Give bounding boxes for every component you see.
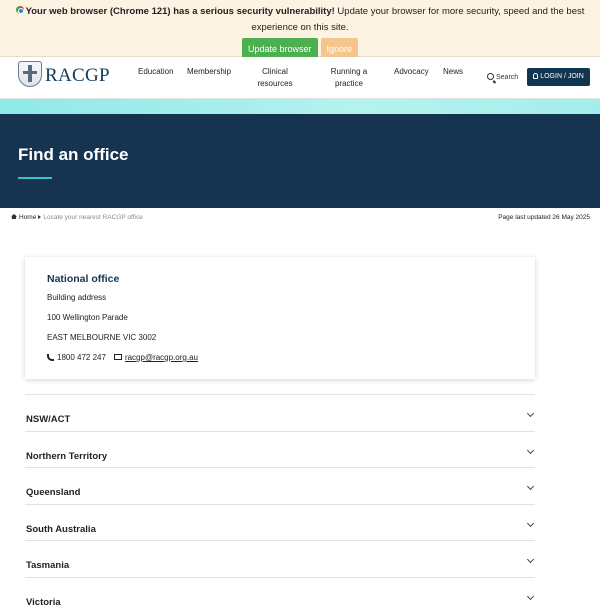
phone-icon (47, 354, 54, 361)
nav-running-a-practice[interactable]: Running a practice (327, 66, 371, 90)
address-city: EAST MELBOURNE VIC 3002 (47, 333, 156, 342)
region-label: Queensland (26, 487, 80, 498)
address-label: Building address (47, 293, 106, 302)
nav-news[interactable]: News (443, 66, 463, 78)
browser-warning-bold: Your web browser (Chrome 121) has a seri… (26, 6, 335, 17)
chevron-down-icon (527, 410, 534, 417)
email-icon (114, 354, 122, 360)
nav-education[interactable]: Education (138, 66, 174, 78)
title-underline (18, 177, 52, 179)
browser-update-banner: Your web browser (Chrome 121) has a seri… (0, 0, 600, 57)
chevron-down-icon (527, 556, 534, 563)
chevron-down-icon (527, 592, 534, 599)
breadcrumb-separator-icon (38, 215, 41, 219)
region-queensland[interactable]: Queensland (25, 467, 535, 504)
chevron-down-icon (527, 446, 534, 453)
address-street: 100 Wellington Parade (47, 313, 128, 322)
login-label: LOGIN / JOIN (540, 73, 584, 80)
chrome-icon (16, 6, 24, 14)
page-last-updated: Page last updated 26 May 2025 (498, 214, 590, 221)
hero-banner: Find an office (0, 114, 600, 208)
region-label: Victoria (26, 597, 61, 608)
phone-number[interactable]: 1800 472 247 (57, 353, 106, 362)
nav-clinical-resources[interactable]: Clinical resources (253, 66, 297, 90)
breadcrumb-home[interactable]: Home (19, 214, 36, 221)
user-icon (533, 73, 538, 79)
office-contact: 1800 472 247 racgp@racgp.org.au (47, 353, 198, 362)
region-victoria[interactable]: Victoria (25, 577, 535, 613)
region-label: Northern Territory (26, 451, 107, 462)
accent-strip (0, 99, 600, 114)
search-icon (487, 73, 494, 80)
breadcrumb: Home Locate your nearest RACGP office (11, 214, 143, 221)
logo-wordmark: RACGP (45, 65, 110, 87)
chevron-down-icon (527, 483, 534, 490)
crest-icon (18, 61, 42, 87)
region-northern-territory[interactable]: Northern Territory (25, 431, 535, 468)
nav-membership[interactable]: Membership (187, 66, 231, 78)
nav-advocacy[interactable]: Advocacy (394, 66, 429, 78)
region-nsw-act[interactable]: NSW/ACT (25, 394, 535, 431)
search-label: Search (496, 74, 518, 81)
home-icon (11, 214, 17, 219)
site-header: RACGP Education Membership Clinical reso… (0, 57, 600, 99)
region-accordion: NSW/ACT Northern Territory Queensland So… (25, 394, 535, 613)
search-button[interactable]: Search (487, 72, 518, 81)
region-south-australia[interactable]: South Australia (25, 504, 535, 541)
racgp-logo[interactable]: RACGP (18, 61, 118, 89)
region-label: NSW/ACT (26, 414, 70, 425)
region-label: Tasmania (26, 560, 69, 571)
region-tasmania[interactable]: Tasmania (25, 540, 535, 577)
region-label: South Australia (26, 524, 96, 535)
office-name: National office (47, 273, 119, 285)
browser-warning-message: Your web browser (Chrome 121) has a seri… (0, 4, 600, 36)
national-office-card: National office Building address 100 Wel… (25, 257, 535, 379)
chevron-down-icon (527, 519, 534, 526)
breadcrumb-current: Locate your nearest RACGP office (43, 214, 142, 221)
login-join-button[interactable]: LOGIN / JOIN (527, 68, 590, 86)
email-link[interactable]: racgp@racgp.org.au (125, 353, 198, 362)
page-title: Find an office (18, 145, 129, 165)
